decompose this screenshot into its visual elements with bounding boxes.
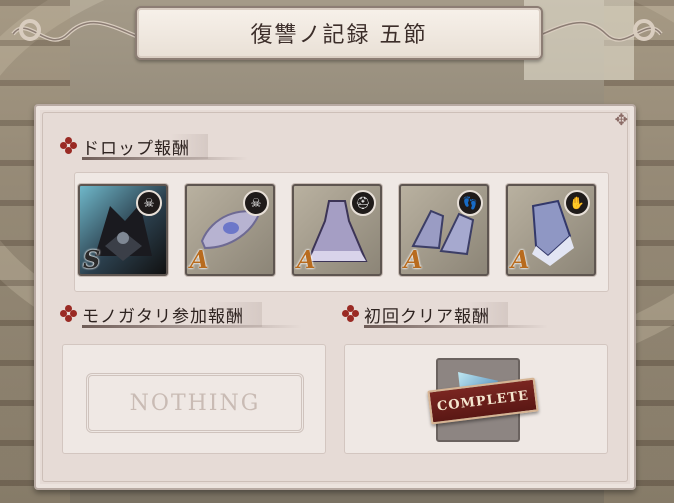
glove-icon: ✋ bbox=[564, 190, 590, 216]
rank-badge: A bbox=[297, 245, 316, 274]
flower-icon bbox=[342, 305, 360, 323]
flower-icon bbox=[60, 137, 78, 155]
reward-item[interactable]: ☠ A bbox=[185, 184, 275, 276]
boot-icon: 👣 bbox=[457, 190, 483, 216]
story-rewards-label: モノガタリ参加報酬 bbox=[82, 301, 262, 327]
helmet-icon: ⛑ bbox=[350, 190, 376, 216]
reward-panel: ✥ ドロップ報酬 ☠ S ☠ A ⛑ A 👣 A ✋ A モノガタリ参加報酬 初… bbox=[34, 104, 636, 490]
rank-badge: A bbox=[190, 245, 209, 274]
complete-text: COMPLETE bbox=[436, 387, 530, 415]
rank-badge: A bbox=[511, 245, 530, 274]
skull-icon: ☠ bbox=[136, 190, 162, 216]
drop-rewards-header: ドロップ報酬 bbox=[60, 133, 248, 160]
scroll-ornament-right bbox=[537, 19, 663, 42]
page-title: 復讐ノ記録 五節 bbox=[250, 23, 428, 48]
flower-icon bbox=[60, 305, 78, 323]
rank-badge: A bbox=[404, 245, 423, 274]
nothing-text: NOTHING bbox=[129, 390, 261, 416]
reward-item[interactable]: ☠ S bbox=[78, 184, 168, 276]
reward-item[interactable]: ⛑ A bbox=[292, 184, 382, 276]
first-clear-header: 初回クリア報酬 bbox=[342, 301, 548, 328]
reward-item[interactable]: ✋ A bbox=[506, 184, 596, 276]
reward-item[interactable]: 👣 A bbox=[399, 184, 489, 276]
skull-icon: ☠ bbox=[243, 190, 269, 216]
first-clear-label: 初回クリア報酬 bbox=[364, 301, 508, 327]
nothing-placeholder: NOTHING bbox=[86, 373, 304, 433]
rank-badge: S bbox=[83, 245, 101, 274]
title-banner: 復讐ノ記録 五節 bbox=[135, 6, 543, 60]
story-rewards-header: モノガタリ参加報酬 bbox=[60, 301, 302, 328]
scroll-ornament-left bbox=[11, 19, 137, 42]
drop-rewards-label: ドロップ報酬 bbox=[82, 133, 208, 159]
corner-ornament-icon: ✥ bbox=[614, 110, 628, 129]
